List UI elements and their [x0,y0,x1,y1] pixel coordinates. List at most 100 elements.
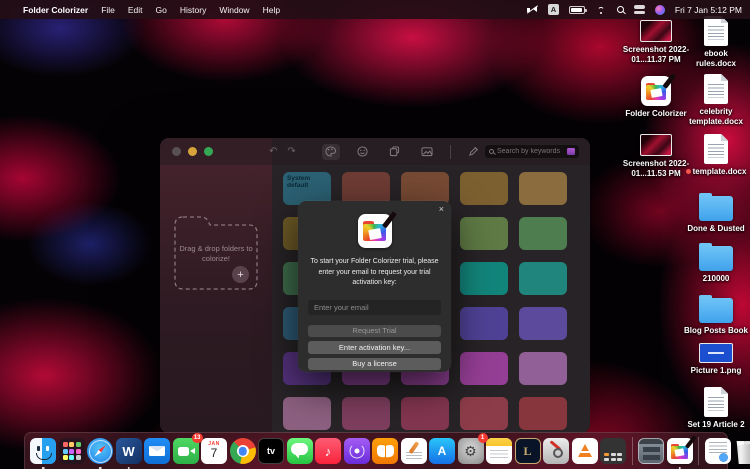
window-titlebar[interactable]: ↶ ↷ [160,138,590,165]
search-input[interactable] [497,148,564,155]
dock-item-music-icon[interactable]: ♪ [315,436,341,466]
desktop-icon-picture-1-png[interactable]: Picture 1.png [684,343,748,387]
request-trial-button[interactable]: Request Trial [308,324,441,337]
dock-item-trash-icon[interactable] [733,436,750,466]
dock-item-launchpad-icon[interactable] [58,436,85,466]
minimize-window-button[interactable] [188,147,197,156]
buy-license-button[interactable]: Buy a license [308,357,441,370]
wifi-icon[interactable] [595,4,607,16]
color-swatch[interactable] [460,307,508,340]
email-field[interactable] [308,299,441,315]
menu-item-file[interactable]: File [101,5,115,15]
menu-item-window[interactable]: Window [219,5,249,15]
document-icon [704,16,728,46]
desktop-icon-folder-colorizer[interactable]: Folder Colorizer [620,73,692,134]
dock-item-mail-icon[interactable] [144,436,170,466]
color-swatch[interactable] [460,172,508,205]
color-swatch[interactable] [519,307,567,340]
color-swatch[interactable] [460,352,508,385]
dock-item-pages-icon[interactable] [400,436,427,466]
desktop-icon-label: Folder Colorizer [625,109,687,118]
menu-item-history[interactable]: History [180,5,206,15]
search-field[interactable] [484,144,580,159]
color-swatch[interactable] [519,397,567,430]
desktop-icon-210000[interactable]: 210000 [684,242,748,294]
close-window-button[interactable] [172,147,181,156]
dock-item-books-icon[interactable] [372,436,398,466]
dock-item-minimized-window-icon[interactable] [638,436,664,466]
add-folder-button[interactable]: + [232,266,249,283]
dock-item-vlc-icon[interactable] [571,436,598,466]
menu-item-go[interactable]: Go [156,5,167,15]
color-swatch[interactable] [519,352,567,385]
redo-icon[interactable]: ↷ [287,146,295,157]
dock-item-league-of-legends-icon[interactable]: L [514,436,541,466]
desktop-icon-set-19-article-2[interactable]: Set 19 Article 2 [684,387,748,437]
dock-item-word-icon[interactable]: W [115,436,142,469]
copy-style-icon[interactable] [386,144,404,160]
dock-item-calculator-icon[interactable] [600,436,626,466]
menu-item-edit[interactable]: Edit [128,5,143,15]
menu-item-help[interactable]: Help [263,5,280,15]
dock-item-chrome-icon[interactable] [229,436,256,466]
menu-bar-clock[interactable]: Fri 7 Jan 5:12 PM [675,5,742,15]
color-swatch[interactable] [519,217,567,250]
desktop-icon-screenshot-2022-01-11-53-pm[interactable]: Screenshot 2022-01...11.53 PM [620,134,692,192]
input-source-icon[interactable]: A [547,4,559,16]
undo-icon[interactable]: ↶ [269,146,277,157]
desktop-icon-done-dusted[interactable]: Done & Dusted [684,192,748,242]
drop-zone-text: Drag & drop folders to colorize! [179,244,253,264]
drop-zone[interactable]: Drag & drop folders to colorize! + [171,208,261,292]
desktop-icon-celebrity-template-docx[interactable]: celebrity template.docx [684,74,748,134]
desktop-icon-template-docx[interactable]: template.docx [684,134,748,192]
dock-item-settings-icon[interactable]: ⚙ 1 [457,433,488,466]
toolbar-separator [449,144,451,159]
desktop-icon-ebook-rules-docx[interactable]: ebook rules.docx [684,16,748,74]
zoom-window-button[interactable] [204,147,213,156]
dock-item-facetime-icon[interactable]: 13 [172,433,203,466]
close-dialog-icon[interactable]: × [439,205,444,214]
dock-item-safari-icon[interactable] [87,436,113,469]
dock-separator [698,437,699,465]
desktop-icon-blog-posts-book[interactable]: Blog Posts Book [684,294,748,343]
search-color-filter-icon[interactable] [567,148,575,155]
spotlight-icon[interactable] [616,4,624,16]
desktop: Folder Colorizer File Edit Go History Window… [0,0,750,469]
enter-activation-key-button[interactable]: Enter activation key... [308,341,441,354]
control-center-icon[interactable] [633,4,645,16]
color-swatch[interactable] [342,397,390,430]
dock-separator [631,437,633,465]
desktop-icon-screenshot-2022-01-11-37-pm[interactable]: Screenshot 2022-01...11.37 PM [620,20,692,76]
dock-item-notes-icon[interactable] [486,436,512,466]
color-swatch[interactable] [460,217,508,250]
color-palette-icon[interactable] [321,143,340,160]
desktop-icon-label: Screenshot 2022-01...11.53 PM [622,159,690,178]
dock-item-finder-icon[interactable] [30,436,56,469]
notification-badge: 1 [477,433,488,443]
image-icon[interactable] [418,144,436,160]
color-swatch[interactable] [519,262,567,295]
dock-item-folder-colorizer-icon[interactable] [666,435,698,469]
app-menu-title[interactable]: Folder Colorizer [23,5,88,15]
emoji-icon[interactable] [354,144,372,160]
color-swatch[interactable] [401,397,449,430]
color-swatch[interactable] [283,397,331,430]
desktop-icon-column-edge: ebook rules.docx celebrity template.docx t… [684,16,748,437]
color-swatch[interactable] [460,262,508,295]
volume-muted-icon[interactable] [526,4,539,16]
color-swatch[interactable] [460,397,508,430]
desktop-icon-label: 210000 [702,274,730,283]
dock-item-appstore-icon[interactable]: A [429,436,455,466]
eyedropper-icon[interactable] [465,144,483,160]
dock-item-appletv-icon[interactable]: tv [258,436,284,466]
dock-item-messages-icon[interactable] [286,436,313,466]
dock-item-calendar-icon[interactable]: JAN 7 [201,436,227,466]
desktop-icon-label: Done & Dusted [687,224,745,233]
siri-icon[interactable] [654,4,665,16]
red-tag-icon [685,169,691,174]
color-swatch[interactable] [519,172,567,205]
dock-item-license-document-icon[interactable] [704,436,731,466]
battery-icon[interactable] [568,4,587,16]
dock-item-utility-icon[interactable] [543,436,569,466]
dock-item-podcasts-icon[interactable] [343,436,370,466]
